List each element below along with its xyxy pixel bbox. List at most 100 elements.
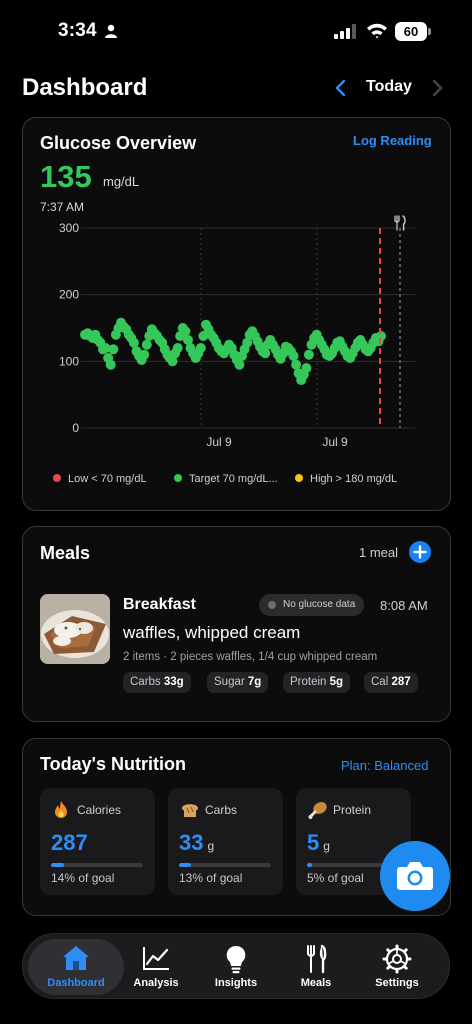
- person-icon: [105, 24, 117, 38]
- macro-chip-calories: Cal 287: [364, 672, 418, 693]
- tab-insights-label: Insights: [214, 977, 258, 989]
- legend-low-label: Low < 70 mg/dL: [68, 473, 147, 485]
- macro-chip-carbs: Carbs 33g: [123, 672, 191, 693]
- tab-analysis-label: Analysis: [133, 977, 179, 989]
- tile-carbs-value: 33: [179, 830, 204, 855]
- y-tick-label: 0: [72, 421, 79, 435]
- tile-protein-unit: g: [323, 839, 330, 853]
- add-meal-button[interactable]: [409, 541, 431, 563]
- progress-fill: [307, 863, 312, 867]
- legend-low: Low < 70 mg/dL: [53, 473, 147, 485]
- tile-carbs-progress: [179, 863, 271, 867]
- camera-icon: [397, 862, 433, 890]
- glucose-point: [128, 337, 139, 348]
- glucose-chart: 300 200 100 0 Jul 9 Jul 9: [59, 215, 415, 449]
- meal-description: waffles, whipped cream: [123, 623, 301, 642]
- no-glucose-badge-label: No glucose data: [283, 599, 356, 610]
- flame-icon: [55, 801, 67, 818]
- bread-icon: [182, 804, 198, 817]
- tile-calories-value: 287: [51, 830, 88, 855]
- glucose-point: [260, 348, 271, 359]
- glucose-overview-card: Glucose Overview Log Reading 135 mg/dL 7…: [22, 117, 451, 511]
- legend-target-dot: [174, 474, 182, 482]
- meal-photo[interactable]: [40, 594, 110, 664]
- glucose-point: [105, 359, 116, 370]
- meals-count: 1 meal: [359, 545, 399, 560]
- glucose-point: [195, 343, 206, 353]
- chevron-right-icon[interactable]: [428, 78, 446, 98]
- battery-icon: 60: [395, 22, 431, 41]
- nutrition-tile-carbs[interactable]: Carbs 33 g 13% of goal: [168, 788, 283, 895]
- tile-carbs-unit: g: [207, 839, 215, 853]
- tab-insights[interactable]: Insights: [194, 934, 278, 1000]
- status-time: 3:34: [58, 20, 97, 41]
- cellular-signal-icon: [334, 24, 356, 39]
- plus-icon: [413, 545, 427, 559]
- progress-fill: [179, 863, 191, 867]
- meal-details: 2 items · 2 pieces waffles, 1/4 cup whip…: [123, 651, 378, 663]
- tile-calories-goal: 14% of goal: [51, 871, 115, 885]
- tile-carbs-value-row: 33 g: [179, 830, 214, 856]
- chevron-left-icon[interactable]: [332, 78, 350, 98]
- glucose-point: [301, 363, 312, 373]
- gear-icon: [382, 944, 412, 974]
- header: Dashboard Today: [0, 64, 472, 114]
- tile-protein-value: 5: [307, 830, 320, 855]
- meals-card: Meals 1 meal Breakfast No glucose data 8…: [22, 526, 451, 722]
- camera-button[interactable]: [380, 841, 450, 911]
- nutrition-tile-calories[interactable]: Calories 287 14% of goal: [40, 788, 155, 895]
- tile-protein-goal: 5% of goal: [307, 871, 364, 885]
- drumstick-icon: [308, 802, 327, 819]
- tile-calories-value-row: 287: [51, 830, 92, 856]
- tab-settings-label: Settings: [375, 977, 419, 989]
- glucose-point: [139, 349, 150, 360]
- tab-settings[interactable]: Settings: [355, 934, 439, 1000]
- tab-dashboard[interactable]: Dashboard: [34, 934, 118, 1000]
- glucose-point: [288, 351, 299, 361]
- macro-cal-label: Cal: [371, 676, 389, 688]
- status-bar: 3:34 60: [0, 0, 472, 64]
- glucose-point: [303, 349, 314, 360]
- meals-card-title: Meals: [40, 543, 91, 563]
- page-title: Dashboard: [22, 74, 148, 101]
- y-tick-label: 100: [59, 354, 79, 368]
- badge-dot: [268, 601, 276, 609]
- macro-protein-value: 5g: [329, 676, 344, 688]
- macro-carbs-value: 33g: [163, 676, 184, 688]
- wifi-icon: [367, 23, 387, 39]
- date-label[interactable]: Today: [366, 78, 412, 96]
- meal-time: 8:08 AM: [380, 598, 428, 613]
- tab-analysis[interactable]: Analysis: [114, 934, 198, 1000]
- macro-protein-label: Protein: [290, 676, 327, 688]
- macro-chip-sugar: Sugar 7g: [207, 672, 269, 693]
- macro-sugar-label: Sugar: [214, 676, 245, 688]
- legend-high: High > 180 mg/dL: [295, 473, 397, 485]
- y-tick-label: 200: [59, 288, 79, 302]
- tile-calories-label: Calories: [77, 803, 122, 817]
- tab-meals[interactable]: Meals: [274, 934, 358, 1000]
- tile-carbs-goal: 13% of goal: [179, 871, 243, 885]
- glucose-point: [180, 326, 191, 337]
- legend-high-dot: [295, 474, 303, 482]
- legend-high-label: High > 180 mg/dL: [310, 473, 398, 485]
- glucose-point: [234, 359, 245, 370]
- waffle-photo-icon: [40, 594, 110, 664]
- tile-calories-progress: [51, 863, 143, 867]
- macro-chip-protein: Protein 5g: [283, 672, 351, 693]
- tab-bar: Dashboard Analysis Insights Meals Settin…: [22, 933, 450, 999]
- macro-sugar-value: 7g: [247, 676, 262, 688]
- meal-name[interactable]: Breakfast: [123, 596, 196, 614]
- tile-protein-label: Protein: [333, 803, 372, 817]
- y-tick-label: 300: [59, 221, 79, 235]
- plan-link[interactable]: Plan: Balanced: [341, 758, 428, 773]
- legend-low-dot: [53, 474, 61, 482]
- x-tick-label: Jul 9: [206, 435, 232, 449]
- legend-target: Target 70 mg/dL...: [174, 473, 278, 485]
- nutrition-card-title: Today's Nutrition: [40, 754, 186, 774]
- glucose-point: [108, 344, 119, 355]
- line-chart-icon: [143, 947, 169, 970]
- tab-meals-label: Meals: [300, 977, 332, 989]
- no-glucose-badge: No glucose data: [259, 594, 365, 616]
- tile-carbs-label: Carbs: [205, 803, 238, 817]
- glucose-point: [291, 359, 302, 370]
